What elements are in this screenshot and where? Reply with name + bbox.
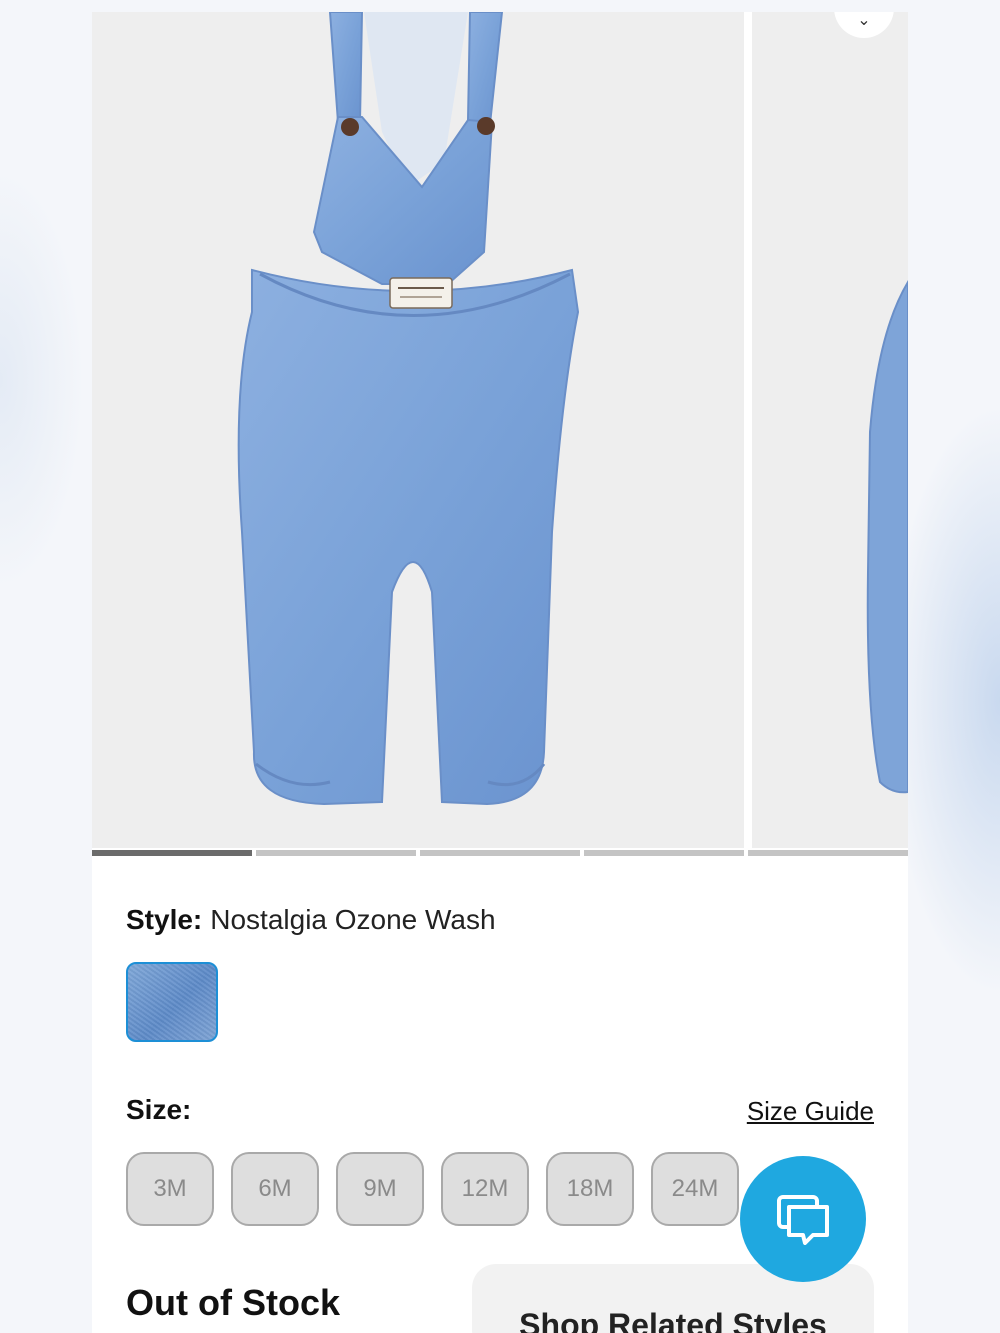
progress-segment[interactable] — [92, 850, 252, 856]
gallery-progress — [92, 850, 908, 856]
size-option-12m[interactable]: 12M — [441, 1152, 529, 1226]
progress-segment[interactable] — [584, 850, 744, 856]
style-label: Style: — [126, 904, 203, 935]
color-swatch[interactable] — [126, 962, 218, 1042]
size-option-24m[interactable]: 24M — [651, 1152, 739, 1226]
shop-related-styles-label: Shop Related Styles — [519, 1307, 827, 1333]
image-carousel[interactable]: ⌄ — [92, 12, 908, 848]
out-of-stock-text: Out of Stock — [126, 1282, 340, 1323]
overalls-illustration — [237, 12, 580, 806]
product-image-next[interactable]: ⌄ — [752, 12, 908, 848]
size-option-9m[interactable]: 9M — [336, 1152, 424, 1226]
size-guide-link[interactable]: Size Guide — [747, 1096, 874, 1127]
chevron-down-icon: ⌄ — [857, 12, 871, 29]
product-screen: ⌄ Style: Nostalgia Ozone Wash Size: Size … — [92, 12, 908, 1333]
progress-segment[interactable] — [748, 850, 908, 856]
chat-button[interactable] — [740, 1156, 866, 1282]
size-label: Size: — [126, 1094, 192, 1125]
size-option-18m[interactable]: 18M — [546, 1152, 634, 1226]
size-option-3m[interactable]: 3M — [126, 1152, 214, 1226]
chat-bubble-icon — [777, 1195, 829, 1245]
overalls-side-illustration — [866, 280, 908, 794]
progress-segment[interactable] — [256, 850, 416, 856]
size-option-6m[interactable]: 6M — [231, 1152, 319, 1226]
product-image-main[interactable] — [92, 12, 744, 848]
style-value: Nostalgia Ozone Wash — [210, 904, 496, 935]
size-options: 3M 6M 9M 12M 18M 24M — [126, 1152, 739, 1226]
progress-segment[interactable] — [420, 850, 580, 856]
style-row: Style: Nostalgia Ozone Wash — [126, 904, 496, 936]
